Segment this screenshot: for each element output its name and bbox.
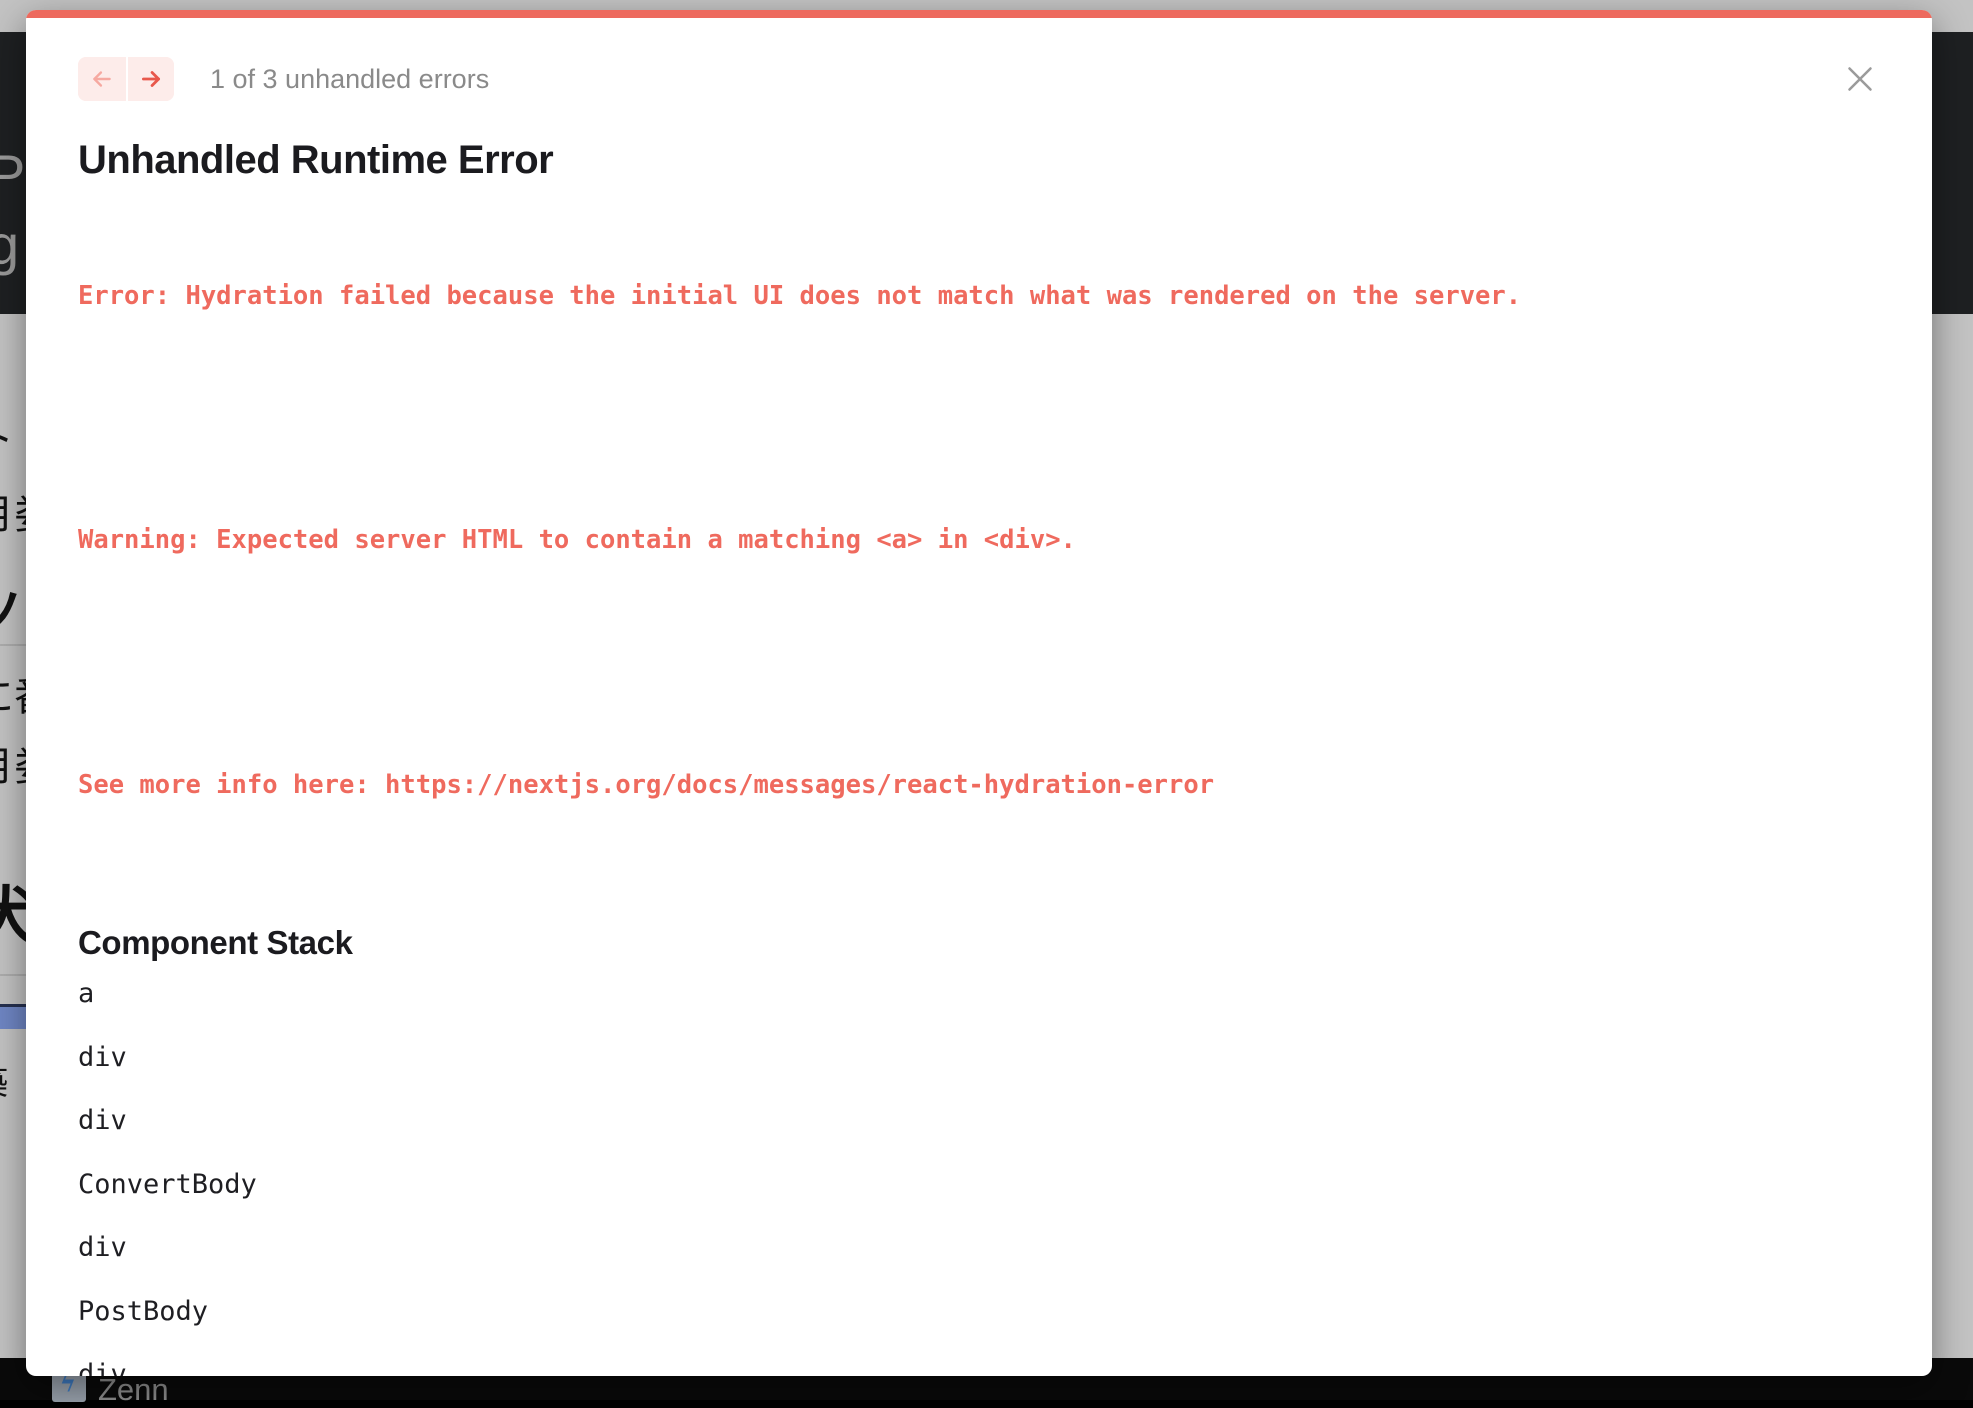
arrow-right-icon (138, 66, 164, 92)
zenn-brand-label: Zenn (98, 1372, 169, 1408)
error-message-line: Warning: Expected server HTML to contain… (78, 520, 1880, 561)
error-message-line: Error: Hydration failed because the init… (78, 276, 1880, 317)
component-stack-item[interactable]: a (78, 962, 1880, 1026)
article-text-fragment: 築 (0, 1056, 8, 1105)
close-overlay-button[interactable] (1834, 54, 1886, 106)
error-overlay-dialog: 1 of 3 unhandled errors Unhandled Runtim… (26, 10, 1932, 1376)
error-message-spacer (78, 644, 1880, 682)
component-stack-item[interactable]: ConvertBody (78, 1153, 1880, 1217)
overlay-accent-bar (26, 10, 1932, 18)
site-header-right-edge (1943, 32, 1973, 314)
component-stack-heading: Component Stack (78, 924, 1880, 962)
error-nav-group (78, 57, 174, 101)
component-stack-item[interactable]: div (78, 1216, 1880, 1280)
article-text-fragment: ト (0, 406, 14, 464)
overlay-toolbar: 1 of 3 unhandled errors (26, 48, 1932, 110)
previous-error-button[interactable] (78, 57, 126, 101)
component-stack-item[interactable]: PostBody (78, 1280, 1880, 1344)
close-icon (1842, 61, 1878, 100)
page-title: Unhandled Runtime Error (78, 138, 1880, 183)
arrow-left-icon (89, 66, 115, 92)
component-stack-item[interactable]: div (78, 1026, 1880, 1090)
component-stack-list: a div div ConvertBody div PostBody div _… (78, 962, 1880, 1376)
error-message-link-line[interactable]: See more info here: https://nextjs.org/d… (78, 765, 1880, 806)
component-stack-item[interactable]: div (78, 1343, 1880, 1376)
error-message-block: Error: Hydration failed because the init… (78, 193, 1880, 888)
error-message-spacer (78, 399, 1880, 437)
component-stack-item[interactable]: div (78, 1089, 1880, 1153)
error-count-label: 1 of 3 unhandled errors (210, 64, 489, 95)
next-error-button[interactable] (126, 57, 174, 101)
